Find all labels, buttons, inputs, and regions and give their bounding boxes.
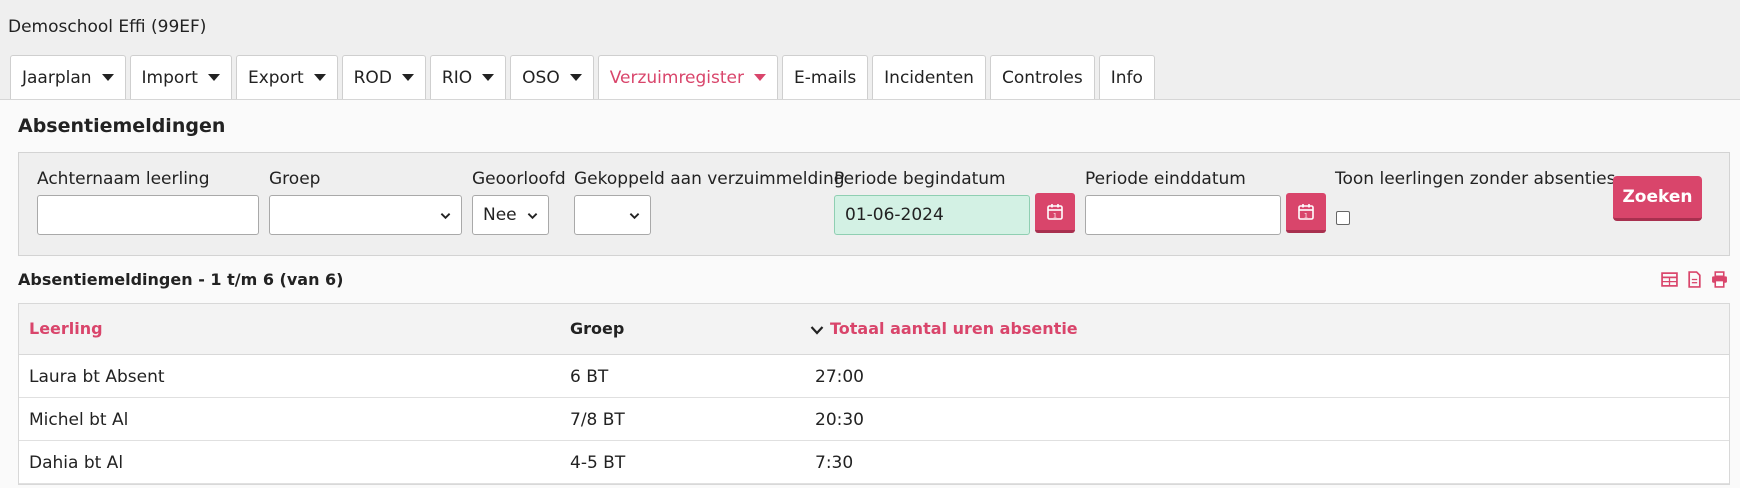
tab-label: E-mails bbox=[794, 67, 857, 88]
results-table: Leerling Groep Totaal aantal uren absent… bbox=[18, 303, 1730, 485]
page-title: Absentiemeldingen bbox=[18, 115, 226, 137]
tab-verzuimregister[interactable]: Verzuimregister bbox=[597, 55, 779, 99]
start-date-input[interactable]: 01-06-2024 bbox=[834, 195, 1030, 235]
group-select[interactable] bbox=[269, 195, 462, 235]
linked-select[interactable] bbox=[574, 195, 651, 235]
results-toolbar bbox=[1661, 271, 1728, 288]
svg-text:1: 1 bbox=[1304, 211, 1308, 219]
tab-label: Info bbox=[1110, 67, 1143, 88]
cell-student: Laura bt Absent bbox=[29, 367, 165, 387]
main-tabs: Jaarplan Import Export ROD RIO OSO Verzu… bbox=[10, 55, 1159, 99]
chevron-down-icon bbox=[527, 212, 538, 219]
chevron-down-icon bbox=[440, 212, 451, 219]
group-label: Groep bbox=[269, 169, 321, 189]
tab-label: RIO bbox=[441, 67, 473, 88]
surname-input[interactable] bbox=[37, 195, 259, 235]
cell-hours: 20:30 bbox=[815, 410, 864, 430]
tab-export[interactable]: Export bbox=[235, 55, 338, 99]
tab-import[interactable]: Import bbox=[129, 55, 232, 99]
calendar-icon: 1 bbox=[1047, 203, 1063, 220]
tab-rod[interactable]: ROD bbox=[341, 55, 426, 99]
end-date-calendar-button[interactable]: 1 bbox=[1286, 193, 1326, 233]
tab-label: OSO bbox=[522, 67, 560, 88]
cell-hours: 27:00 bbox=[815, 367, 864, 387]
surname-label: Achternaam leerling bbox=[37, 169, 210, 189]
caret-down-icon bbox=[482, 74, 495, 81]
column-header-groep: Groep bbox=[570, 319, 625, 338]
chevron-down-icon bbox=[810, 325, 824, 335]
results-title: Absentiemeldingen - 1 t/m 6 (van 6) bbox=[18, 270, 344, 289]
tab-e-mails[interactable]: E-mails bbox=[782, 55, 869, 99]
document-icon[interactable] bbox=[1686, 271, 1703, 288]
table-row[interactable]: Laura bt Absent 6 BT 27:00 bbox=[19, 355, 1729, 398]
tab-label: Verzuimregister bbox=[609, 67, 745, 88]
tab-info[interactable]: Info bbox=[1098, 55, 1155, 99]
print-icon[interactable] bbox=[1711, 271, 1728, 288]
tab-rio[interactable]: RIO bbox=[429, 55, 507, 99]
chevron-down-icon bbox=[629, 212, 640, 219]
table-header: Leerling Groep Totaal aantal uren absent… bbox=[19, 304, 1729, 355]
table-row[interactable]: Dahia bt Al 4-5 BT 7:30 bbox=[19, 441, 1729, 484]
authorized-select-value: Nee bbox=[483, 205, 517, 225]
cell-student: Dahia bt Al bbox=[29, 453, 124, 473]
school-name: Demoschool Effi (99EF) bbox=[8, 17, 207, 37]
search-button[interactable]: Zoeken bbox=[1613, 176, 1702, 221]
column-header-totaal[interactable]: Totaal aantal uren absentie bbox=[810, 319, 1078, 338]
table-icon[interactable] bbox=[1661, 271, 1678, 288]
tab-label: Controles bbox=[1001, 67, 1083, 88]
content-area: Absentiemeldingen Achternaam leerling Gr… bbox=[0, 99, 1740, 488]
caret-down-icon bbox=[401, 74, 414, 81]
tab-oso[interactable]: OSO bbox=[510, 55, 594, 99]
tab-controles[interactable]: Controles bbox=[989, 55, 1095, 99]
start-date-calendar-button[interactable]: 1 bbox=[1035, 193, 1075, 233]
start-date-label: Periode begindatum bbox=[834, 169, 1006, 189]
linked-label: Gekoppeld aan verzuimmelding bbox=[574, 169, 845, 189]
end-date-input[interactable] bbox=[1085, 195, 1281, 235]
column-header-leerling[interactable]: Leerling bbox=[29, 319, 103, 338]
show-without-absences-label: Toon leerlingen zonder absenties bbox=[1335, 169, 1616, 189]
cell-group: 6 BT bbox=[570, 367, 609, 387]
calendar-icon: 1 bbox=[1298, 203, 1314, 220]
tab-label: Incidenten bbox=[884, 67, 974, 88]
svg-text:1: 1 bbox=[1053, 211, 1057, 219]
caret-down-icon bbox=[569, 74, 582, 81]
end-date-label: Periode einddatum bbox=[1085, 169, 1246, 189]
tab-label: Import bbox=[141, 67, 198, 88]
cell-hours: 7:30 bbox=[815, 453, 854, 473]
authorized-label: Geoorloofd bbox=[472, 169, 566, 189]
cell-student: Michel bt Al bbox=[29, 410, 129, 430]
table-row[interactable]: Michel bt Al 7/8 BT 20:30 bbox=[19, 398, 1729, 441]
caret-down-icon bbox=[101, 74, 114, 81]
authorized-select[interactable]: Nee bbox=[472, 195, 549, 235]
tab-jaarplan[interactable]: Jaarplan bbox=[10, 55, 126, 99]
tab-label: Jaarplan bbox=[22, 67, 92, 88]
filter-panel: Achternaam leerling Groep Geoorloofd Nee… bbox=[18, 152, 1730, 256]
column-header-totaal-label: Totaal aantal uren absentie bbox=[830, 319, 1078, 338]
tab-label: ROD bbox=[353, 67, 392, 88]
show-without-absences-checkbox[interactable] bbox=[1336, 211, 1350, 225]
caret-down-icon bbox=[754, 74, 767, 81]
caret-down-icon bbox=[207, 74, 220, 81]
tab-label: Export bbox=[247, 67, 304, 88]
caret-down-icon bbox=[313, 74, 326, 81]
cell-group: 4-5 BT bbox=[570, 453, 626, 473]
tab-incidenten[interactable]: Incidenten bbox=[872, 55, 986, 99]
cell-group: 7/8 BT bbox=[570, 410, 625, 430]
